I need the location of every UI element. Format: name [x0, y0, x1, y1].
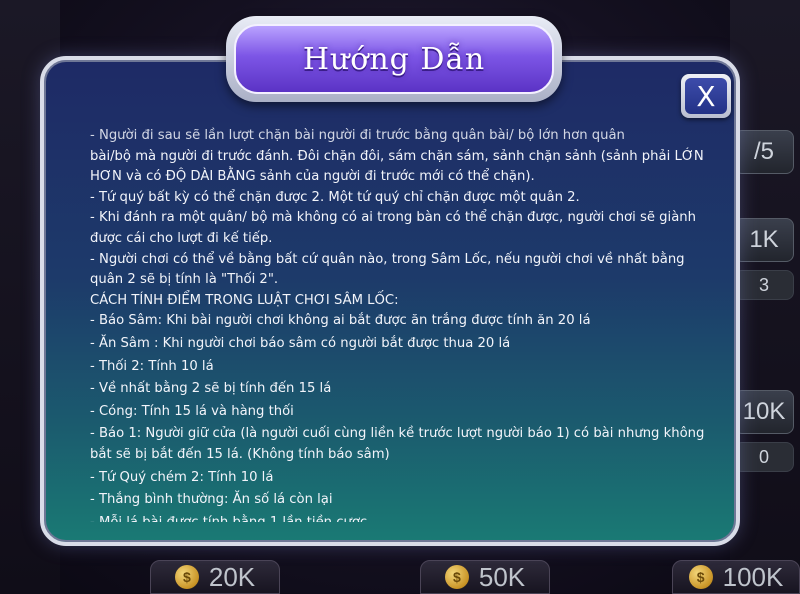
background-tile-label: 1K: [749, 226, 779, 253]
background-tile-label: 3: [758, 274, 769, 295]
bet-option-button[interactable]: $ 50K: [420, 560, 550, 594]
background-tile: 10K: [734, 390, 794, 434]
guide-intro-line: - Tứ quý bất kỳ có thể chặn được 2. Một …: [90, 189, 580, 205]
scoring-rule: - Thối 2: Tính 10 lá: [90, 358, 214, 374]
title-banner-inner: Hướng Dẫn: [234, 24, 554, 94]
coin-icon: $: [688, 565, 713, 589]
scoring-rule: - Cóng: Tính 15 lá và hàng thối: [90, 403, 294, 419]
scoring-rule: - Ăn Sâm : Khi người chơi báo sâm có ngư…: [90, 335, 511, 351]
guide-intro-line: bài/bộ mà người đi trước đánh. Đôi chặn …: [90, 148, 704, 185]
scoring-rule: - Báo 1: Người giữ cửa (là người cuối cù…: [90, 426, 705, 462]
bet-option-button[interactable]: $ 100K: [672, 560, 800, 594]
dialog-title-banner: Hướng Dẫn: [226, 16, 562, 102]
background-tile-label: /5: [753, 138, 774, 165]
scoring-rule: - Thắng bình thường: Ăn số lá còn lại: [90, 492, 333, 508]
close-button[interactable]: X: [681, 74, 731, 118]
background-tile: /5: [734, 130, 794, 174]
coin-icon: $: [174, 565, 199, 589]
bet-option-label: 20K: [208, 561, 256, 592]
bet-option-label: 100K: [722, 561, 784, 592]
background-tile: 0: [734, 442, 794, 472]
bet-option-label: 50K: [478, 561, 526, 592]
guide-intro-line: - Người chơi có thể về bằng bất cứ quân …: [90, 251, 685, 288]
background-tile: 1K: [734, 218, 794, 262]
guide-content: - Người đi sau sẽ lần lượt chặn bài ngườ…: [90, 126, 710, 522]
scoring-rule: - Về nhất bằng 2 sẽ bị tính đến 15 lá: [90, 381, 332, 397]
guide-partial-line: - Người đi sau sẽ lần lượt chặn bài ngườ…: [90, 128, 625, 143]
scoring-section-title: CÁCH TÍNH ĐIỂM TRONG LUẬT CHƠI SÂM LỐC:: [90, 292, 399, 308]
guide-dialog: - Người đi sau sẽ lần lượt chặn bài ngườ…: [40, 56, 740, 546]
close-label: X: [696, 79, 716, 113]
close-icon: X: [685, 78, 727, 114]
scoring-rule: - Mỗi lá bài được tính bằng 1 lần tiền c…: [90, 513, 710, 522]
scoring-rule: - Báo Sâm: Khi bài người chơi không ai b…: [90, 313, 591, 329]
background-tile-label: 10K: [742, 398, 786, 425]
scoring-rule: - Tứ Quý chém 2: Tính 10 lá: [90, 469, 274, 485]
scoring-rules-list: - Báo Sâm: Khi bài người chơi không ai b…: [90, 311, 710, 522]
background-tile: 3: [734, 270, 794, 300]
coin-icon: $: [444, 565, 469, 589]
guide-intro-line: - Khi đánh ra một quân/ bộ mà không có a…: [90, 210, 696, 246]
dialog-title: Hướng Dẫn: [302, 41, 486, 77]
background-tile-label: 0: [758, 446, 769, 467]
bet-option-button[interactable]: $ 20K: [150, 560, 280, 594]
